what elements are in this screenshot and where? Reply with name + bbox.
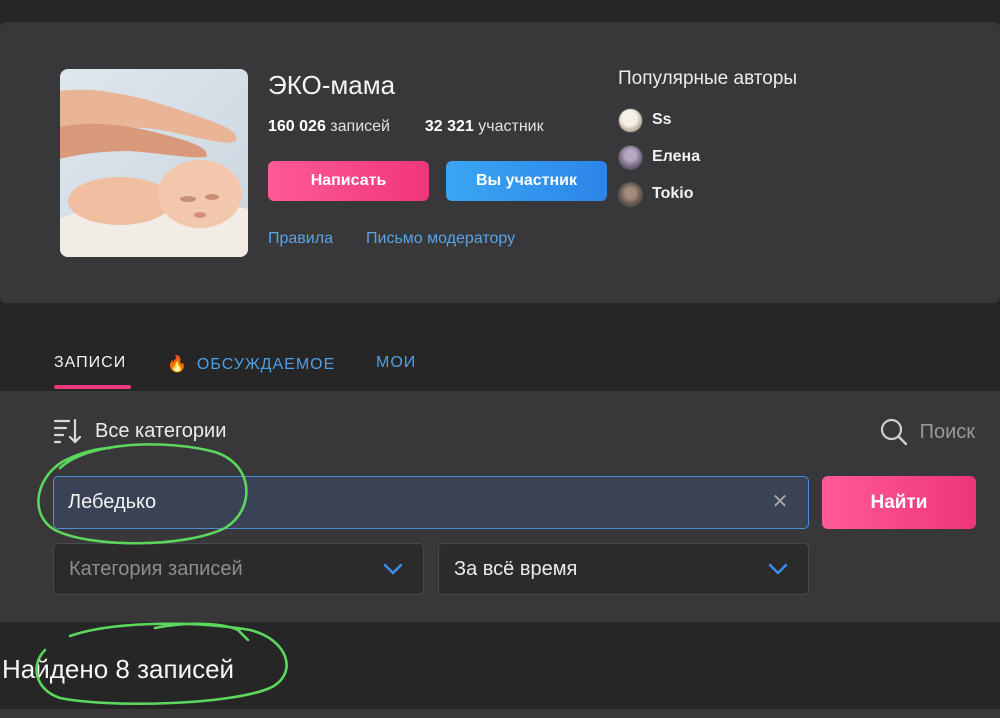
sort-icon (53, 418, 81, 444)
search-field: ✕ (53, 476, 809, 529)
result-card[interactable] (0, 709, 1000, 718)
search-icon (880, 418, 907, 446)
author-item[interactable]: Tokio (618, 181, 693, 207)
author-name: Tokio (652, 185, 694, 202)
avatar (618, 144, 643, 170)
page: ЭКО-мама 160 026 записей 32 321 участник… (0, 0, 1000, 718)
community-cover-image[interactable] (60, 69, 248, 257)
all-categories-label: Все категории (95, 419, 227, 442)
clear-icon[interactable]: ✕ (770, 492, 790, 512)
chevron-down-icon (383, 563, 403, 575)
search-label: Поиск (919, 420, 975, 443)
search-input[interactable] (68, 477, 748, 528)
community-title: ЭКО-мама (268, 70, 396, 100)
popular-authors-title: Популярные авторы (618, 68, 798, 89)
posts-word: записей (330, 118, 390, 135)
category-select[interactable]: Категория записей (53, 543, 424, 595)
category-select-value: Категория записей (69, 558, 243, 580)
author-name: Елена (652, 148, 701, 165)
avatar (618, 181, 643, 207)
tab-discussed[interactable]: 🔥 ОБСУЖДАЕМОЕ (167, 354, 335, 374)
author-name: Ss (652, 111, 672, 128)
author-item[interactable]: Елена (618, 144, 700, 170)
tabs-bar: ЗАПИСИ 🔥 ОБСУЖДАЕМОЕ МОИ (0, 350, 1000, 390)
find-button[interactable]: Найти (822, 476, 976, 529)
time-select-value: За всё время (454, 558, 578, 580)
avatar (618, 107, 643, 133)
results-count: Найдено 8 записей (2, 654, 235, 684)
time-select[interactable]: За всё время (438, 543, 809, 595)
moderator-mail-link[interactable]: Письмо модератору (366, 230, 515, 248)
community-card: ЭКО-мама 160 026 записей 32 321 участник… (0, 22, 1000, 303)
members-word: участник (478, 118, 544, 135)
author-item[interactable]: Ss (618, 107, 672, 133)
active-tab-indicator (54, 385, 131, 389)
membership-button[interactable]: Вы участник (446, 161, 607, 201)
write-post-button[interactable]: Написать (268, 161, 429, 201)
all-categories-toggle[interactable]: Все категории (53, 418, 226, 444)
posts-count: 160 026 (268, 118, 326, 135)
tab-mine[interactable]: МОИ (376, 354, 416, 372)
tab-discussed-label: ОБСУЖДАЕМОЕ (196, 356, 336, 373)
tab-posts[interactable]: ЗАПИСИ (54, 354, 126, 372)
community-stats: 160 026 записей 32 321 участник (268, 118, 544, 136)
fire-icon: 🔥 (167, 356, 188, 373)
members-count: 32 321 (424, 118, 474, 135)
chevron-down-icon (768, 563, 788, 575)
filter-panel: Все категории Поиск ✕ Найти Категория за… (0, 391, 1000, 622)
search-toggle[interactable]: Поиск (880, 418, 975, 446)
rules-link[interactable]: Правила (268, 230, 333, 248)
